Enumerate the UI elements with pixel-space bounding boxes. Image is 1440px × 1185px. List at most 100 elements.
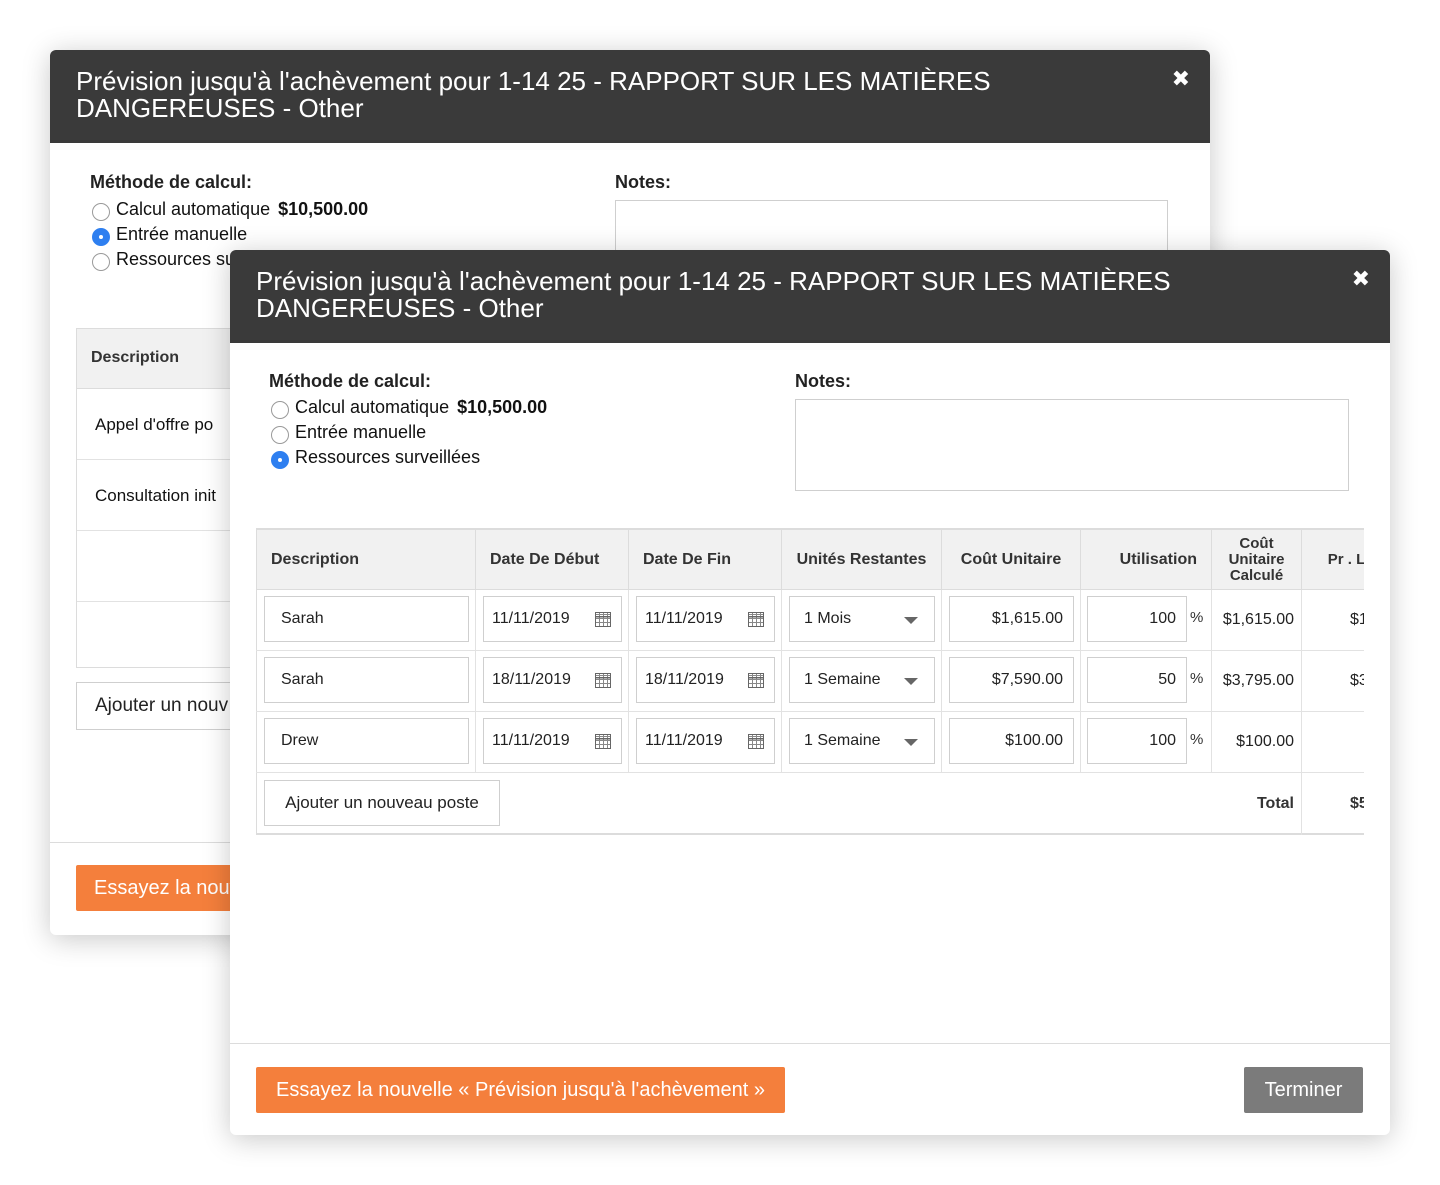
end-date-value: 11/11/2019 (645, 610, 723, 627)
description-input[interactable]: Sarah (264, 596, 469, 642)
usage-input[interactable]: 100 (1087, 718, 1187, 764)
radio-tracked-resources[interactable]: Ressources surveillées (271, 447, 481, 469)
column-header-end-date: Date De Fin (628, 530, 781, 590)
column-header-forecast: Pr . L'achè (1301, 530, 1364, 590)
close-icon[interactable]: ✖ (1172, 66, 1190, 92)
radio-manual-entry[interactable]: Entrée manuelle (92, 224, 247, 246)
calendar-icon[interactable] (748, 673, 764, 688)
radio-label: Calcul automatique (116, 199, 271, 219)
calculated-cost-value: $1,615.00 (1222, 611, 1294, 628)
end-date-value: 18/11/2019 (645, 671, 724, 688)
start-date-value: 11/11/2019 (492, 610, 570, 627)
calculated-cost-cell: $100.00 (1211, 712, 1301, 772)
end-date-input[interactable]: 11/11/2019 (636, 596, 775, 642)
start-date-value: 11/11/2019 (492, 732, 570, 749)
end-date-cell: 18/11/2019 (628, 651, 781, 711)
percent-sign: % (1190, 609, 1204, 626)
units-select[interactable]: 1 Semaine (789, 718, 935, 764)
calculation-method-label: Méthode de calcul: (269, 371, 432, 391)
end-date-value: 11/11/2019 (645, 732, 723, 749)
radio-button[interactable] (92, 252, 110, 271)
start-date-input[interactable]: 18/11/2019 (483, 657, 622, 703)
total-cell: $5 (1301, 773, 1364, 835)
notes-textarea[interactable] (795, 399, 1349, 491)
column-header-start-date: Date De Début (475, 530, 628, 590)
end-date-input[interactable]: 11/11/2019 (636, 718, 775, 764)
usage-cell: 100 % (1080, 712, 1211, 772)
add-item-cell: Ajouter un nouveau poste Total (256, 773, 1301, 835)
table-footer-row: Ajouter un nouveau poste Total $5 (256, 773, 1364, 835)
description-input[interactable]: Drew (264, 718, 469, 764)
radio-label: Ressources surveillées (295, 447, 481, 467)
calculated-cost-cell: $1,615.00 (1211, 590, 1301, 650)
description-input[interactable]: Sarah (264, 657, 469, 703)
chevron-down-icon (904, 617, 918, 624)
table-header-row: Description Date De Début Date De Fin Un… (256, 528, 1364, 590)
unit-cost-input[interactable]: $100.00 (949, 718, 1074, 764)
dialog-header: Prévision jusqu'à l'achèvement pour 1-14… (230, 250, 1390, 343)
units-select[interactable]: 1 Semaine (789, 657, 935, 703)
unit-cost-input[interactable]: $7,590.00 (949, 657, 1074, 703)
forecast-cell: $3 (1301, 651, 1364, 711)
dialog-title: Prévision jusqu'à l'achèvement pour 1-14… (256, 266, 1171, 323)
radio-label: Ressources su (116, 249, 236, 269)
start-date-value: 18/11/2019 (492, 671, 571, 688)
column-header-remaining-units: Unités Restantes (781, 530, 941, 590)
radio-button[interactable] (271, 400, 289, 419)
calendar-icon[interactable] (748, 612, 764, 627)
start-date-input[interactable]: 11/11/2019 (483, 718, 622, 764)
radio-button[interactable] (271, 425, 289, 444)
end-date-cell: 11/11/2019 (628, 590, 781, 650)
calculated-cost-value: $3,795.00 (1222, 672, 1294, 689)
radio-button[interactable] (92, 227, 110, 246)
try-new-forecast-button[interactable]: Essayez la nouvelle « Prévision jusqu'à … (256, 1067, 785, 1113)
column-header-calculated-unit-cost: Coût Unitaire Calculé (1211, 530, 1301, 590)
dialog-title: Prévision jusqu'à l'achèvement pour 1-14… (76, 66, 991, 123)
radio-auto-calc[interactable]: Calcul automatique $10,500.00 (92, 199, 369, 221)
description-cell: Sarah (256, 651, 475, 711)
radio-button[interactable] (92, 202, 110, 221)
calendar-icon[interactable] (595, 673, 611, 688)
unit-cost-cell: $100.00 (941, 712, 1080, 772)
chevron-down-icon (904, 678, 918, 685)
radio-manual-entry[interactable]: Entrée manuelle (271, 422, 427, 444)
radio-auto-calc[interactable]: Calcul automatique $10,500.00 (271, 397, 548, 419)
start-date-input[interactable]: 11/11/2019 (483, 596, 622, 642)
total-label: Total (1256, 795, 1294, 812)
footer-divider (230, 1043, 1390, 1044)
usage-input[interactable]: 100 (1087, 596, 1187, 642)
table-row: Drew 11/11/2019 11/11/2019 1 Semaine $10… (256, 712, 1364, 773)
usage-cell: 50 % (1080, 651, 1211, 711)
calendar-icon[interactable] (595, 612, 611, 627)
radio-label: Entrée manuelle (295, 422, 427, 442)
column-header-unit-cost: Coût Unitaire (941, 530, 1080, 590)
calculation-method-label: Méthode de calcul: (90, 172, 253, 192)
dialog-header: Prévision jusqu'à l'achèvement pour 1-14… (50, 50, 1210, 143)
end-date-input[interactable]: 18/11/2019 (636, 657, 775, 703)
column-header-usage: Utilisation (1080, 530, 1211, 590)
done-button[interactable]: Terminer (1244, 1067, 1363, 1113)
units-select[interactable]: 1 Mois (789, 596, 935, 642)
forecast-cell: $1 (1301, 590, 1364, 650)
forecast-cell (1301, 712, 1364, 772)
start-date-cell: 11/11/2019 (475, 712, 628, 772)
calendar-icon[interactable] (595, 734, 611, 749)
radio-tracked-resources[interactable]: Ressources su (92, 249, 236, 271)
auto-amount: $10,500.00 (457, 397, 548, 417)
unit-cost-cell: $1,615.00 (941, 590, 1080, 650)
unit-cost-input[interactable]: $1,615.00 (949, 596, 1074, 642)
chevron-down-icon (904, 739, 918, 746)
add-item-button[interactable]: Ajouter un nouveau poste (264, 780, 500, 826)
forecast-dialog: Prévision jusqu'à l'achèvement pour 1-14… (230, 250, 1390, 1135)
usage-cell: 100 % (1080, 590, 1211, 650)
calculated-cost-cell: $3,795.00 (1211, 651, 1301, 711)
calendar-icon[interactable] (748, 734, 764, 749)
table-row: Sarah 18/11/2019 18/11/2019 1 Semaine $7… (256, 651, 1364, 712)
close-icon[interactable]: ✖ (1352, 266, 1370, 292)
column-header-description: Description (256, 530, 475, 590)
radio-button[interactable] (271, 450, 289, 469)
start-date-cell: 18/11/2019 (475, 651, 628, 711)
auto-amount: $10,500.00 (278, 199, 369, 219)
units-selected-value: 1 Semaine (804, 732, 881, 749)
usage-input[interactable]: 50 (1087, 657, 1187, 703)
